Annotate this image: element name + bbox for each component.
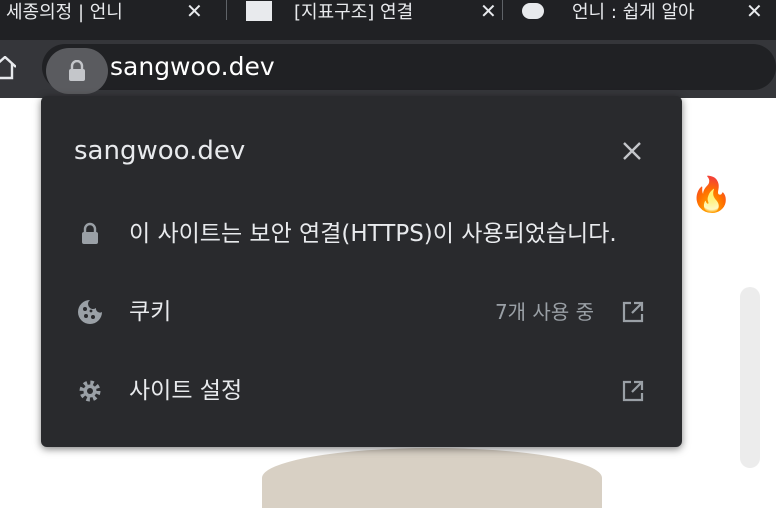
scrollbar[interactable] [740, 287, 760, 468]
tab-strip: 세종의정 | 언니 ✕ [지표구조] 연결 ✕ 언니 : 쉽게 알아 ✕ [0, 0, 776, 40]
lock-icon [69, 60, 85, 81]
url-text[interactable]: sangwoo.dev [110, 44, 275, 90]
toolbar: sangwoo.dev [0, 40, 776, 98]
lock-icon [82, 222, 98, 244]
tab-3[interactable]: 언니 : 쉽게 알아 ✕ [522, 0, 776, 23]
address-bar[interactable]: sangwoo.dev [42, 44, 776, 94]
tab-close-icon[interactable]: ✕ [480, 0, 497, 23]
fire-emoji: 🔥 [690, 175, 733, 215]
cookies-status: 7개 사용 중 [494, 300, 594, 324]
tab-close-icon[interactable]: ✕ [186, 0, 203, 23]
tab-title: 언니 : 쉽게 알아 [572, 2, 695, 23]
cookies-label: 쿠키 [129, 299, 172, 325]
close-icon[interactable] [621, 140, 643, 162]
cookies-row[interactable]: 쿠키 7개 사용 중 [41, 282, 682, 342]
open-in-new-icon[interactable] [621, 300, 645, 324]
gear-icon [79, 380, 101, 402]
favicon-icon [522, 3, 544, 19]
tab-close-icon[interactable]: ✕ [746, 0, 763, 23]
tab-separator [502, 0, 503, 20]
tab-title: 세종의정 | 언니 [6, 2, 123, 23]
site-info-button[interactable] [46, 48, 108, 94]
favicon-icon [246, 1, 272, 21]
connection-row[interactable]: 이 사이트는 보안 연결(HTTPS)이 사용되었습니다. [41, 204, 682, 264]
tab-separator [226, 0, 227, 20]
site-settings-row[interactable]: 사이트 설정 [41, 361, 682, 421]
popup-title: sangwoo.dev [74, 136, 246, 166]
cookie-icon [78, 300, 102, 324]
page-image [262, 448, 602, 508]
tab-1[interactable]: 세종의정 | 언니 ✕ [0, 0, 212, 23]
tab-2[interactable]: [지표구조] 연결 ✕ [246, 0, 504, 23]
tab-title: [지표구조] 연결 [294, 2, 414, 23]
site-info-popup: sangwoo.dev 이 사이트는 보안 연결(HTTPS)이 사용되었습니다… [41, 96, 682, 447]
site-settings-label: 사이트 설정 [129, 378, 243, 404]
connection-text: 이 사이트는 보안 연결(HTTPS)이 사용되었습니다. [129, 221, 617, 247]
open-in-new-icon[interactable] [621, 379, 645, 403]
home-icon[interactable] [0, 56, 16, 80]
